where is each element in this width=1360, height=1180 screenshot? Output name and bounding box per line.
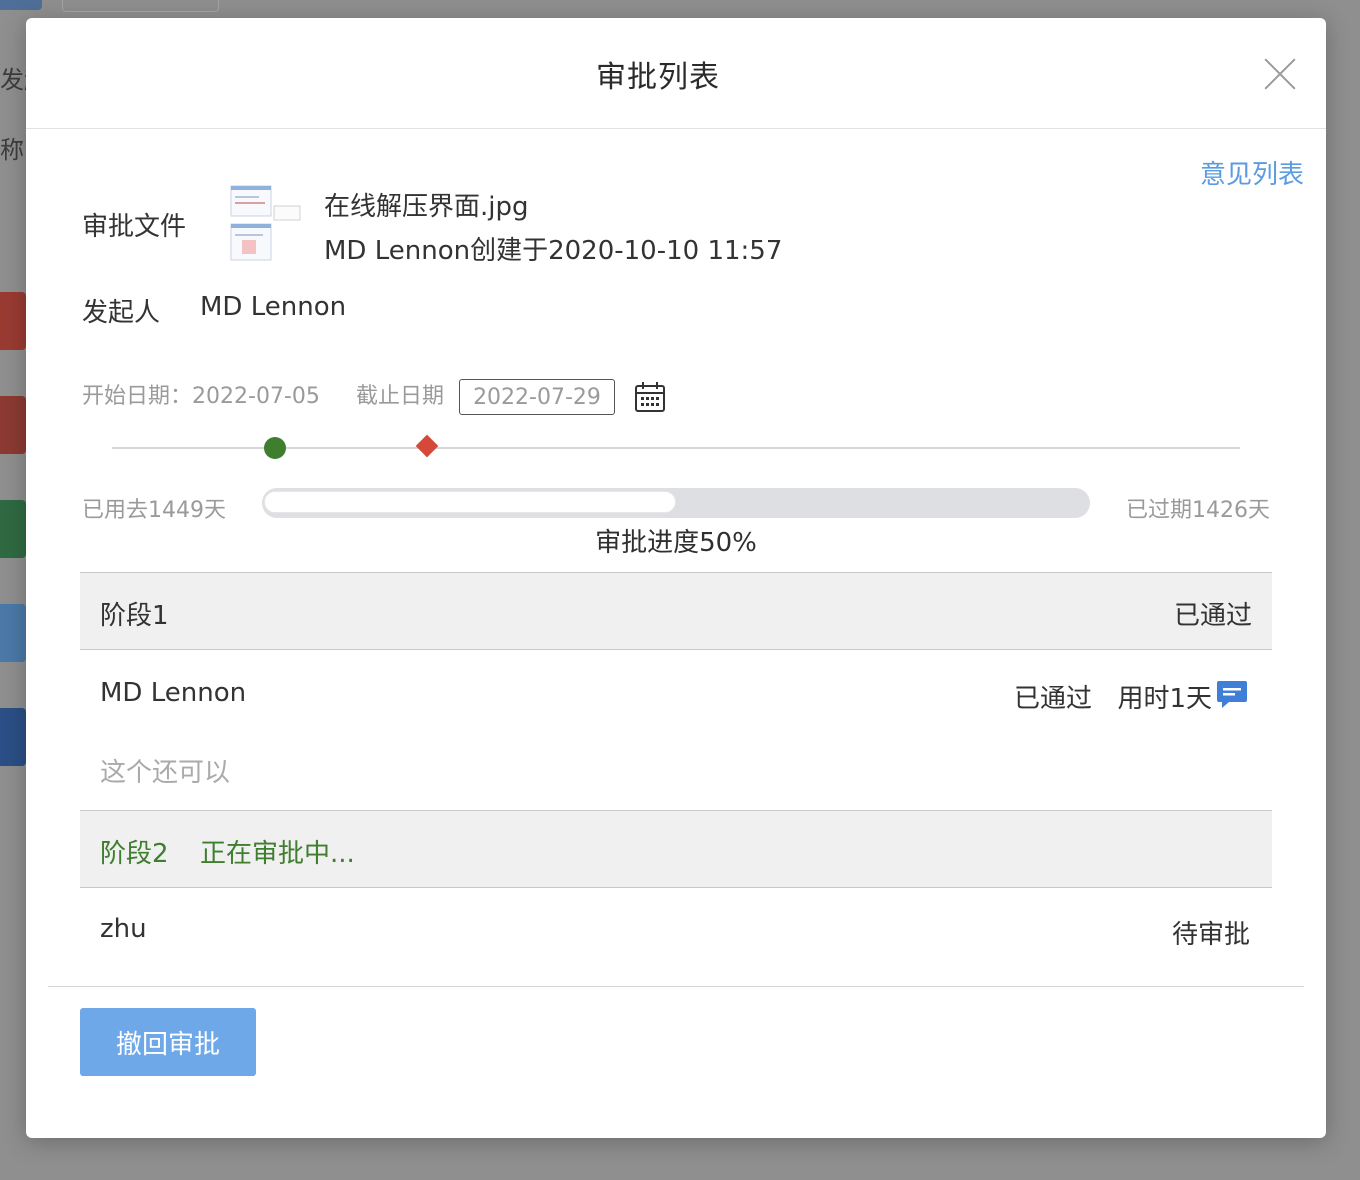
footer-divider bbox=[48, 986, 1304, 987]
file-meta: MD Lennon创建于2020-10-10 11:57 bbox=[324, 236, 783, 266]
timeline-start-marker bbox=[264, 437, 286, 459]
approver-status: 待审批 bbox=[1171, 920, 1250, 950]
approval-duration: 用时1天 bbox=[1117, 684, 1212, 714]
calendar-icon[interactable] bbox=[634, 381, 666, 417]
used-days: 已用去1449天 bbox=[82, 498, 226, 523]
background-text: 称 bbox=[0, 136, 24, 164]
stage-header: 阶段1 已通过 bbox=[80, 572, 1272, 650]
revoke-approval-button[interactable]: 撤回审批 bbox=[80, 1008, 256, 1076]
expired-days: 已过期1426天 bbox=[1126, 498, 1270, 523]
stage-title: 阶段2 bbox=[100, 839, 169, 869]
background-file-icon bbox=[0, 708, 26, 766]
approval-comment: 这个还可以 bbox=[100, 758, 231, 788]
progress-fill bbox=[264, 491, 676, 513]
end-date-label: 截止日期 bbox=[356, 384, 445, 409]
progress-bar bbox=[262, 488, 1090, 518]
background-outline-button bbox=[62, 0, 219, 12]
approver-name: zhu bbox=[100, 914, 147, 944]
opinion-list-link[interactable]: 意见列表 bbox=[1200, 154, 1304, 191]
stage-header: 阶段2 正在审批中... bbox=[80, 810, 1272, 888]
timeline-deadline-marker bbox=[415, 434, 439, 458]
chat-bubble-icon[interactable] bbox=[1216, 678, 1248, 714]
start-label: 开始日期： bbox=[82, 384, 193, 409]
start-date: 2022-07-05 bbox=[192, 384, 320, 409]
progress-label: 审批进度50% bbox=[595, 528, 757, 558]
background-file-icon bbox=[0, 396, 26, 454]
close-icon[interactable] bbox=[1262, 56, 1298, 92]
dialog-header: 审批列表 bbox=[26, 18, 1326, 129]
initiator-label: 发起人 bbox=[82, 298, 161, 328]
start-date-label: 开始日期：2022-07-05 bbox=[82, 378, 320, 410]
stage-title: 阶段1 bbox=[100, 601, 169, 631]
file-label: 审批文件 bbox=[82, 212, 187, 242]
file-name[interactable]: 在线解压界面.jpg bbox=[324, 186, 529, 223]
initiator-name: MD Lennon bbox=[200, 292, 347, 322]
background-file-icon bbox=[0, 604, 26, 662]
approver-status: 已通过 bbox=[1013, 684, 1092, 714]
approval-list-dialog: 审批列表 意见列表 审批文件 在线解压界面.jpg MD Lennon创建于20… bbox=[26, 18, 1326, 1138]
dialog-title: 审批列表 bbox=[596, 60, 720, 95]
stage-status: 已通过 bbox=[1173, 601, 1252, 631]
stage-status: 正在审批中... bbox=[200, 839, 355, 869]
background-button bbox=[0, 0, 42, 10]
approver-name: MD Lennon bbox=[100, 678, 247, 708]
background-file-icon bbox=[0, 292, 26, 350]
image-thumbnail[interactable] bbox=[230, 184, 302, 264]
background-file-icon bbox=[0, 500, 26, 558]
end-date-input[interactable]: 2022-07-29 bbox=[459, 379, 615, 415]
